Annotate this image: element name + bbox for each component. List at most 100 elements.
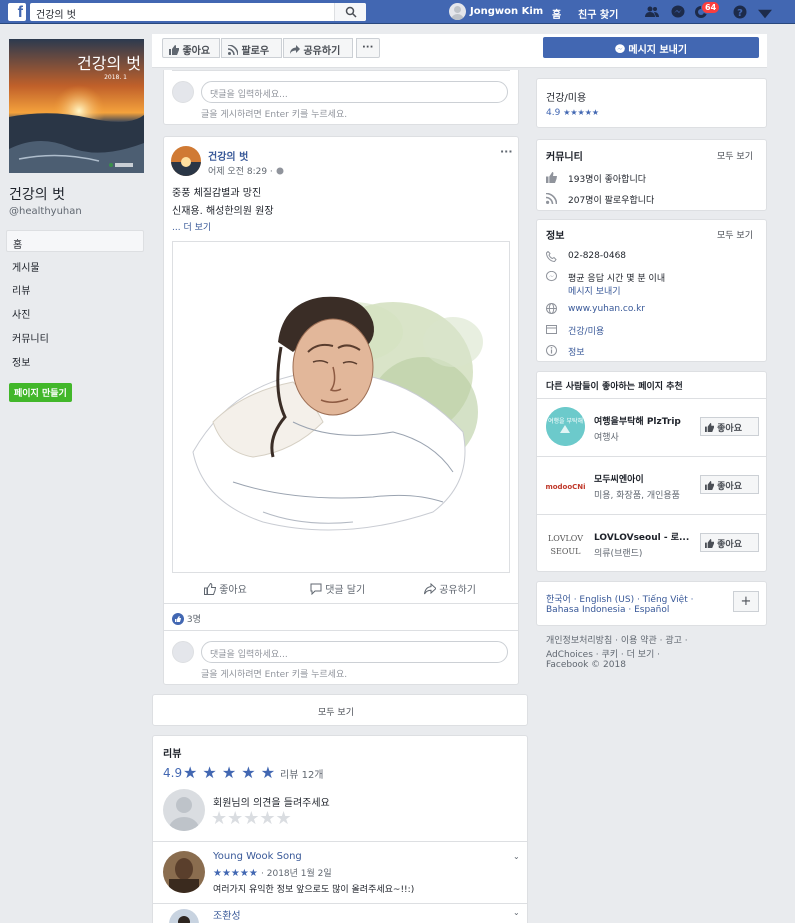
see-all-posts-link[interactable]: 모두 보기 — [318, 705, 354, 718]
suggested-page-like-button[interactable]: 좋아요 — [700, 475, 759, 494]
like-reaction-icon — [172, 613, 184, 625]
info-send-message-link[interactable]: 메시지 보내기 — [568, 284, 621, 297]
nav-item-community[interactable]: 커뮤니티 — [6, 325, 144, 347]
suggested-page-type: 미용, 화장품, 개인용품 — [594, 491, 680, 501]
community-title: 커뮤니티 — [546, 152, 583, 163]
post-like-button[interactable]: 좋아요 — [204, 581, 247, 596]
suggested-page-like-button[interactable]: 좋아요 — [700, 417, 759, 436]
suggested-page-logo[interactable]: modooCNi — [546, 468, 585, 504]
nav-item-about[interactable]: 정보 — [6, 349, 144, 371]
share-arrow-icon — [290, 45, 300, 54]
reviewer-name[interactable]: Young Wook Song — [213, 851, 302, 862]
suggested-pages-title: 다른 사람들이 좋아하는 페이지 추천 — [546, 382, 683, 392]
user-name-link[interactable]: Jongwon Kim — [470, 6, 543, 17]
footer-links-line1[interactable]: 개인정보처리방침 · 이용 약관 · 광고 · — [546, 633, 688, 646]
post-share-button[interactable]: 공유하기 — [424, 581, 476, 596]
send-message-label: 메시지 보내기 — [628, 45, 688, 56]
post-timestamp[interactable]: 어제 오전 8:29 · — [208, 164, 284, 177]
language-links-line2[interactable]: Bahasa Indonesia · Español — [546, 605, 669, 615]
search-input[interactable]: 건강의 벗 — [30, 3, 366, 21]
globe-icon — [546, 303, 557, 314]
info-website-link[interactable]: www.yuhan.co.kr — [568, 304, 645, 314]
language-links-line1[interactable]: 한국어 · English (US) · Tiếng Việt · — [546, 592, 693, 605]
info-see-all-link[interactable]: 모두 보기 — [717, 228, 753, 241]
thumbs-up-icon — [705, 423, 714, 432]
reviews-card: 리뷰 4.9 ★ ★ ★ ★ ★ 리뷰 12개 회원님의 의견을 들려주세요 ★… — [152, 735, 528, 923]
suggested-page-name[interactable]: 여행을부탁해 PlzTrip — [594, 414, 681, 427]
post-comment-button[interactable]: 댓글 달기 — [310, 581, 365, 596]
facebook-logo-icon[interactable]: f — [8, 3, 26, 21]
post-text-line1: 중풍 체질감별과 망진 — [172, 188, 262, 199]
suggested-page-name[interactable]: 모두씨엔아이 — [594, 472, 644, 485]
info-title: 정보 — [546, 231, 565, 242]
comment-hint: 글을 게시하려면 Enter 키를 누르세요. — [201, 110, 348, 120]
thumbs-up-icon — [546, 172, 557, 183]
community-likes: 193명이 좋아합니다 — [568, 175, 646, 185]
see-all-posts-bar: 모두 보기 — [152, 694, 528, 726]
help-icon[interactable]: ? — [733, 5, 747, 19]
reviewer-avatar[interactable] — [163, 851, 205, 893]
notification-count-badge: 64 — [701, 1, 721, 14]
reviewer-name[interactable]: 조환성 — [213, 907, 241, 922]
share-page-button[interactable]: 공유하기 — [283, 38, 353, 58]
suggested-page-logo[interactable]: 여행을 부탁해 — [546, 407, 585, 446]
reviewer-avatar[interactable] — [169, 909, 199, 923]
language-card: 한국어 · English (US) · Tiếng Việt · Bahasa… — [536, 581, 767, 626]
follow-page-button[interactable]: 팔로우 — [221, 38, 282, 58]
page-action-bar: 좋아요 팔로우 공유하기 ··· 메시지 보내기 — [152, 34, 767, 68]
review-options-caret-icon[interactable]: ⌄ — [513, 852, 520, 861]
page-rating[interactable]: 4.9 ★★★★★ — [546, 108, 599, 118]
comment-input[interactable]: 댓글을 입력하세요... — [201, 81, 508, 103]
like-page-button[interactable]: 좋아요 — [162, 38, 220, 58]
page-category[interactable]: 건강/미용 — [546, 89, 586, 104]
nav-item-posts[interactable]: 게시물 — [6, 254, 144, 276]
post-comment-input[interactable]: 댓글을 입력하세요... — [201, 641, 508, 663]
find-friends-link[interactable]: 친구 찾기 — [578, 6, 618, 21]
user-avatar[interactable] — [449, 3, 466, 20]
suggested-page-like-button[interactable]: 좋아요 — [700, 533, 759, 552]
add-language-button[interactable]: + — [733, 591, 759, 612]
create-page-button[interactable]: 페이지 만들기 — [9, 383, 72, 402]
home-link[interactable]: 홈 — [552, 6, 561, 21]
nav-item-photos[interactable]: 사진 — [6, 301, 144, 323]
suggested-page-type: 여행사 — [594, 433, 619, 443]
account-menu-caret-icon[interactable] — [758, 7, 772, 21]
see-more-link[interactable]: ... 더 보기 — [172, 220, 211, 233]
friend-requests-icon[interactable] — [645, 5, 659, 19]
post-text-line2: 신재용. 해성한의원 원장 — [172, 206, 274, 217]
post-illustration[interactable] — [172, 241, 510, 573]
public-globe-icon — [276, 167, 284, 175]
info-phone[interactable]: 02-828-0468 — [568, 251, 626, 261]
info-category-link[interactable]: 건강/미용 — [568, 324, 604, 337]
suggested-page-logo-text: 여행을 부탁해 — [548, 417, 583, 425]
messenger-icon[interactable] — [671, 5, 685, 19]
suggested-page-name[interactable]: LOVLOVseoul - 로... — [594, 530, 689, 543]
nav-item-home[interactable]: 홈 — [6, 230, 144, 252]
svg-text:SEOUL: SEOUL — [551, 547, 582, 556]
post-like-label: 좋아요 — [219, 585, 247, 596]
nav-item-reviews[interactable]: 리뷰 — [6, 277, 144, 299]
info-response-time: 평균 응답 시간 몇 분 이내 — [568, 274, 666, 284]
more-options-button[interactable]: ··· — [356, 38, 380, 58]
page-profile-picture[interactable]: 건강의 벗 2018. 1 — [9, 39, 144, 173]
suggested-page-type: 의류(브랜드) — [594, 549, 643, 559]
search-button[interactable] — [334, 3, 366, 21]
community-card: 커뮤니티 모두 보기 193명이 좋아합니다 207명이 팔로우합니다 — [536, 139, 767, 211]
post-options-icon[interactable]: ··· — [500, 145, 513, 158]
info-about-link[interactable]: 정보 — [568, 345, 585, 358]
review-prompt: 회원님의 의견을 들려주세요 — [213, 798, 330, 809]
community-see-all-link[interactable]: 모두 보기 — [717, 149, 753, 162]
suggested-page-logo[interactable]: LOVLOV SEOUL — [546, 526, 585, 565]
send-message-button[interactable]: 메시지 보내기 — [543, 37, 759, 58]
post-author-avatar[interactable] — [171, 146, 201, 176]
post-reaction-summary[interactable]: 3명 — [172, 612, 201, 625]
review-date[interactable]: · 2018년 1월 2일 — [261, 869, 332, 879]
post-author-name[interactable]: 건강의 벗 — [208, 148, 248, 163]
thumbs-up-icon — [204, 582, 217, 595]
reviewer-default-avatar — [163, 789, 205, 831]
footer-links-line2[interactable]: AdChoices · 쿠키 · 더 보기 · — [546, 647, 660, 660]
reviews-count[interactable]: 리뷰 12개 — [280, 766, 324, 781]
review-star-input[interactable]: ★★★★★ — [211, 808, 292, 829]
review-options-caret-icon[interactable]: ⌄ — [513, 908, 520, 917]
category-rating-card: 건강/미용 4.9 ★★★★★ — [536, 78, 767, 128]
